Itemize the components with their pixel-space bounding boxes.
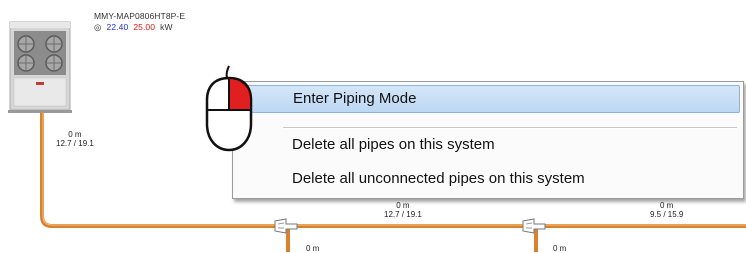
pipe-joint-icon[interactable] (274, 218, 298, 234)
menu-item-delete-all-pipes[interactable]: Delete all pipes on this system (235, 131, 740, 159)
pipe-size: 9.5 / 15.9 (650, 210, 684, 219)
heating-capacity: 25.00 (133, 22, 156, 32)
pipe-length: 0 m (396, 201, 410, 210)
unit-model: MMY-MAP0806HT8P-E (94, 11, 186, 21)
pipe-size: 12.7 / 19.1 (56, 139, 94, 148)
pipe-label: 0 m 12.7 / 19.1 (56, 130, 94, 148)
pipe-length: 0 m (68, 130, 82, 139)
capacity-unit: kW (160, 22, 173, 32)
pipe-length: 0 m (660, 201, 674, 210)
pipe-label: 0 m 9.5 / 15.9 (650, 201, 683, 219)
capacity-icon: ◎ (94, 22, 102, 32)
menu-item-enter-piping-mode[interactable]: Enter Piping Mode (235, 85, 740, 113)
cooling-capacity: 22.40 (106, 22, 129, 32)
mouse-icon (205, 65, 253, 152)
pipe-label: 0 m 12.7 / 19.1 (384, 201, 422, 219)
outdoor-unit-label: MMY-MAP0806HT8P-E ◎ 22.40 25.00 kW (94, 11, 185, 33)
menu-separator (283, 127, 737, 129)
pipe-joint-icon[interactable] (522, 218, 546, 234)
pipe-size: 12.7 / 19.1 (384, 210, 422, 219)
capacity-line: ◎ 22.40 25.00 kW (94, 22, 185, 33)
outdoor-unit-icon[interactable] (8, 21, 72, 113)
menu-item-delete-unconnected-pipes[interactable]: Delete all unconnected pipes on this sys… (235, 165, 740, 193)
context-menu: Enter Piping Mode Delete all pipes on th… (232, 81, 744, 199)
